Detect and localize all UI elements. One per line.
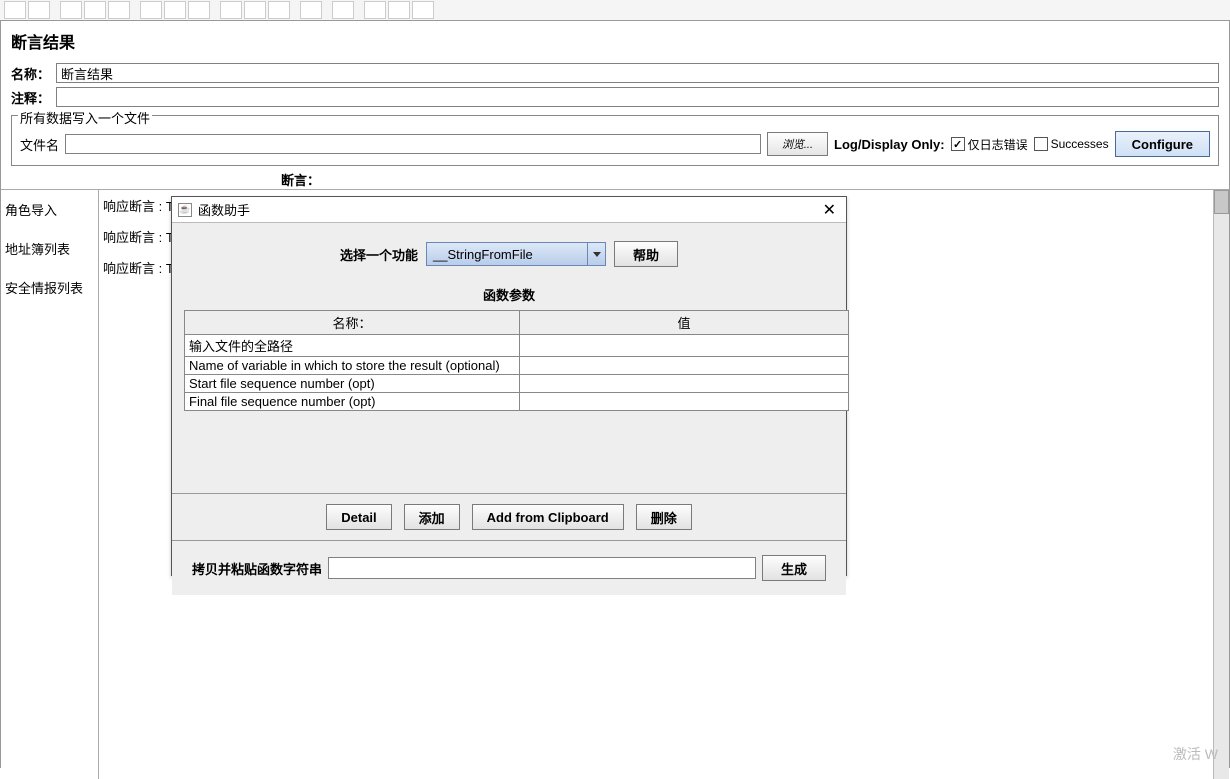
toolbar-btn[interactable] xyxy=(332,1,354,19)
function-select[interactable]: __StringFromFile xyxy=(426,242,606,266)
toolbar-btn[interactable] xyxy=(84,1,106,19)
toolbar-btn[interactable] xyxy=(412,1,434,19)
col-name: 名称： xyxy=(185,311,520,335)
function-string-input[interactable] xyxy=(328,557,756,579)
side-list: 角色导入 地址簿列表 安全情报列表 xyxy=(1,190,99,779)
logdisplay-label: Log/Display Only: xyxy=(834,137,945,152)
toolbar-btn[interactable] xyxy=(4,1,26,19)
list-item[interactable]: 安全情报列表 xyxy=(1,268,98,307)
param-value[interactable] xyxy=(520,375,849,393)
toolbar-btn[interactable] xyxy=(164,1,186,19)
errors-only-label: 仅日志错误 xyxy=(968,136,1028,153)
help-button[interactable]: 帮助 xyxy=(614,241,678,267)
toolbar-btn[interactable] xyxy=(244,1,266,19)
toolbar-btn[interactable] xyxy=(188,1,210,19)
generate-button[interactable]: 生成 xyxy=(762,555,826,581)
toolbar-btn[interactable] xyxy=(108,1,130,19)
main-toolbar xyxy=(0,0,1230,20)
params-table: 名称： 值 输入文件的全路径 Name of variable in which… xyxy=(184,310,849,411)
name-input[interactable] xyxy=(56,63,1219,83)
close-icon[interactable]: ✕ xyxy=(819,200,840,220)
param-value[interactable] xyxy=(520,335,849,357)
delete-button[interactable]: 删除 xyxy=(636,504,692,530)
table-row: Start file sequence number (opt) xyxy=(185,375,849,393)
copy-paste-label: 拷贝并粘贴函数字符串 xyxy=(192,559,322,578)
toolbar-btn[interactable] xyxy=(140,1,162,19)
table-row: 输入文件的全路径 xyxy=(185,335,849,357)
list-item[interactable]: 角色导入 xyxy=(1,190,98,229)
write-to-file-fieldset: 所有数据写入一个文件 文件名 浏览... Log/Display Only: ✓… xyxy=(11,115,1219,166)
filename-label: 文件名 xyxy=(20,135,59,154)
browse-button[interactable]: 浏览... xyxy=(767,132,828,156)
chevron-down-icon xyxy=(587,243,605,265)
comment-input[interactable] xyxy=(56,87,1219,107)
vertical-scrollbar[interactable] xyxy=(1213,190,1229,779)
java-icon: ☕ xyxy=(178,203,192,217)
function-helper-dialog: ☕ 函数助手 ✕ 选择一个功能 __StringFromFile 帮助 函数参数… xyxy=(171,196,847,576)
param-name: Start file sequence number (opt) xyxy=(185,375,520,393)
toolbar-btn[interactable] xyxy=(300,1,322,19)
params-title: 函数参数 xyxy=(184,285,834,304)
param-name: Final file sequence number (opt) xyxy=(185,393,520,411)
toolbar-btn[interactable] xyxy=(268,1,290,19)
checkbox-icon: ✓ xyxy=(951,137,965,151)
windows-activation-watermark: 激活 W xyxy=(1173,744,1218,764)
param-value[interactable] xyxy=(520,393,849,411)
name-label: 名称： xyxy=(11,64,50,83)
add-from-clipboard-button[interactable]: Add from Clipboard xyxy=(472,504,624,530)
checkbox-icon xyxy=(1034,137,1048,151)
comment-label: 注释： xyxy=(11,88,50,107)
table-row: Final file sequence number (opt) xyxy=(185,393,849,411)
param-name: 输入文件的全路径 xyxy=(185,335,520,357)
scroll-thumb[interactable] xyxy=(1214,190,1229,214)
function-select-value: __StringFromFile xyxy=(427,247,587,262)
configure-button[interactable]: Configure xyxy=(1115,131,1210,157)
toolbar-btn[interactable] xyxy=(388,1,410,19)
errors-only-checkbox[interactable]: ✓ 仅日志错误 xyxy=(951,136,1028,153)
list-item[interactable]: 地址簿列表 xyxy=(1,229,98,268)
successes-label: Successes xyxy=(1051,137,1109,151)
dialog-titlebar: ☕ 函数助手 ✕ xyxy=(172,197,846,223)
successes-checkbox[interactable]: Successes xyxy=(1034,137,1109,151)
toolbar-btn[interactable] xyxy=(364,1,386,19)
col-value: 值 xyxy=(520,311,849,335)
filename-input[interactable] xyxy=(65,134,761,154)
panel-title: 断言结果 xyxy=(1,21,1229,61)
add-button[interactable]: 添加 xyxy=(404,504,460,530)
detail-button[interactable]: Detail xyxy=(326,504,391,530)
param-name: Name of variable in which to store the r… xyxy=(185,357,520,375)
toolbar-btn[interactable] xyxy=(220,1,242,19)
select-function-label: 选择一个功能 xyxy=(340,245,418,264)
assertions-label: 断言： xyxy=(1,170,1229,189)
fieldset-title: 所有数据写入一个文件 xyxy=(18,108,152,127)
table-row: Name of variable in which to store the r… xyxy=(185,357,849,375)
dialog-title: 函数助手 xyxy=(198,200,813,219)
toolbar-btn[interactable] xyxy=(60,1,82,19)
toolbar-btn[interactable] xyxy=(28,1,50,19)
param-value[interactable] xyxy=(520,357,849,375)
